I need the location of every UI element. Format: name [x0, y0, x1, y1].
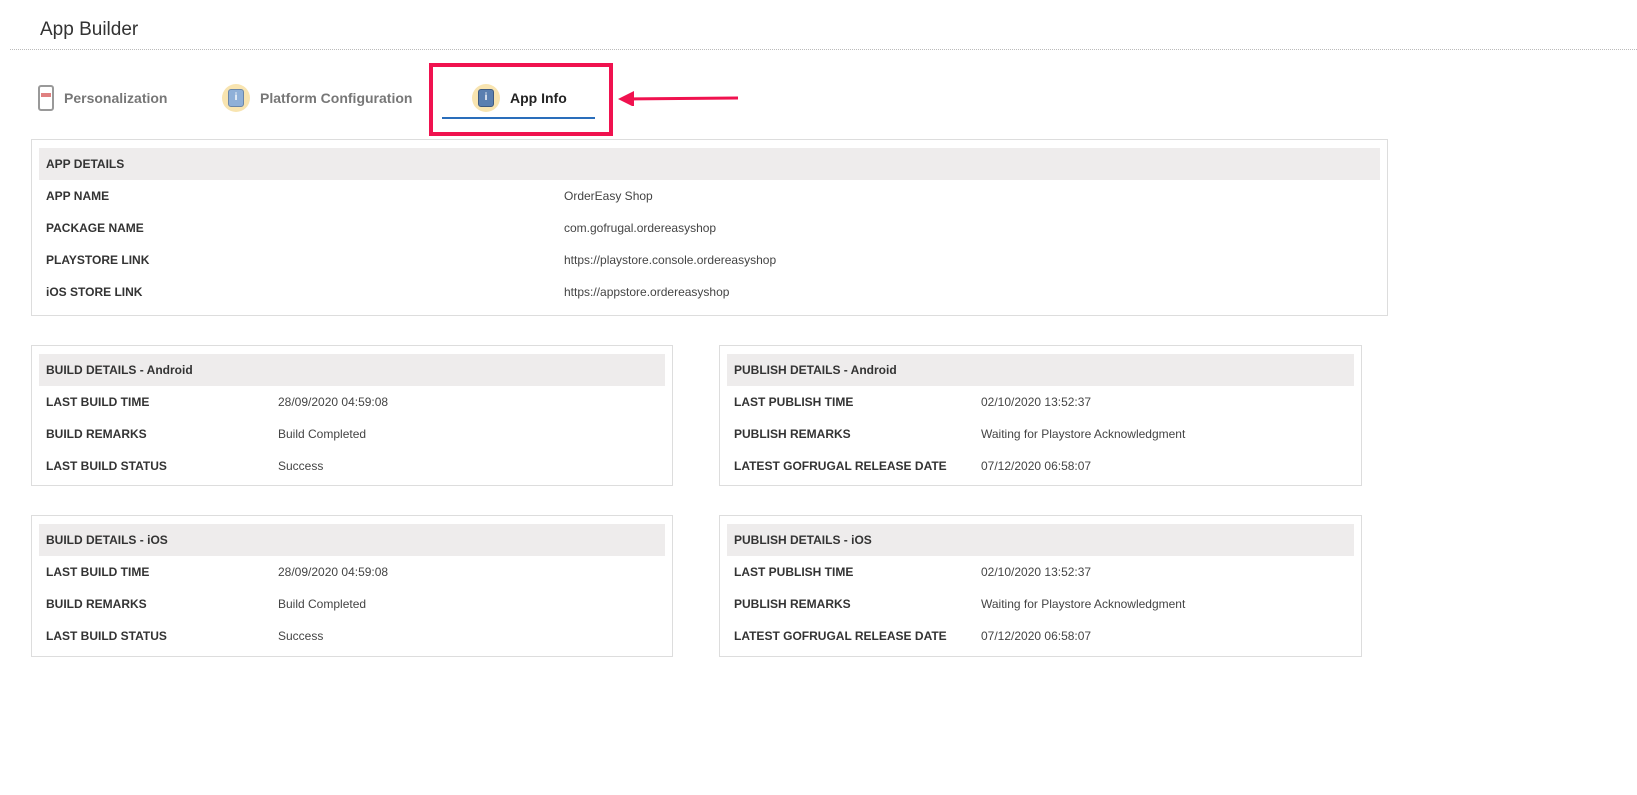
section-header: APP DETAILS [39, 148, 1380, 180]
publish-details-android-panel: PUBLISH DETAILS - Android LAST PUBLISH TI… [719, 345, 1362, 486]
detail-label: BUILD REMARKS [46, 597, 147, 611]
detail-label: LAST BUILD STATUS [46, 629, 167, 643]
section-header: BUILD DETAILS - Android [39, 354, 665, 386]
detail-value: 07/12/2020 06:58:07 [981, 629, 1092, 643]
section-header: PUBLISH DETAILS - Android [727, 354, 1354, 386]
detail-label: iOS STORE LINK [46, 285, 143, 299]
detail-row: PLAYSTORE LINK https://playstore.console.… [32, 244, 1387, 276]
detail-value: Waiting for Playstore Acknowledgment [981, 597, 1186, 611]
info-icon: i [222, 84, 250, 112]
detail-row: iOS STORE LINK https://appstore.ordereasy… [32, 276, 1387, 308]
section-header: BUILD DETAILS - iOS [39, 524, 665, 556]
detail-value: https://playstore.console.ordereasyshop [564, 253, 777, 267]
detail-row: BUILD REMARKS Build Completed [32, 418, 672, 450]
detail-row: LAST BUILD TIME 28/09/2020 04:59:08 [32, 386, 672, 418]
tab-label: Personalization [64, 90, 168, 106]
detail-row: PACKAGE NAME com.gofrugal.ordereasyshop [32, 212, 1387, 244]
detail-row: LAST BUILD STATUS Success [32, 450, 672, 482]
detail-value: com.gofrugal.ordereasyshop [564, 221, 717, 235]
build-details-android-panel: BUILD DETAILS - Android LAST BUILD TIME 28… [31, 345, 673, 486]
page-title: App Builder [40, 19, 139, 40]
detail-value: Build Completed [278, 597, 367, 611]
detail-label: LATEST GOFRUGAL RELEASE DATE [734, 459, 947, 473]
detail-label: LAST PUBLISH TIME [734, 565, 854, 579]
detail-row: LAST PUBLISH TIME 02/10/2020 13:52:37 [720, 386, 1361, 418]
detail-label: LAST BUILD TIME [46, 395, 150, 409]
app-details-panel: APP DETAILS APP NAME OrderEasy Shop PACKAGE… [31, 139, 1388, 316]
detail-value: 28/09/2020 04:59:08 [278, 565, 389, 579]
section-header: PUBLISH DETAILS - iOS [727, 524, 1354, 556]
tab-platform-configuration[interactable]: i Platform Configuration [222, 82, 412, 114]
detail-value: OrderEasy Shop [564, 189, 653, 203]
highlight-box [429, 63, 613, 136]
header-divider [10, 49, 1637, 50]
tab-personalization[interactable]: Personalization [38, 82, 167, 114]
detail-label: LAST BUILD TIME [46, 565, 150, 579]
detail-value: 07/12/2020 06:58:07 [981, 459, 1092, 473]
detail-value: Success [278, 459, 324, 473]
detail-row: LAST BUILD STATUS Success [32, 620, 672, 652]
detail-label: BUILD REMARKS [46, 427, 147, 441]
tab-label: Platform Configuration [260, 90, 413, 106]
detail-row: LATEST GOFRUGAL RELEASE DATE 07/12/2020 0… [720, 450, 1361, 482]
detail-row: PUBLISH REMARKS Waiting for Playstore Ack… [720, 588, 1361, 620]
detail-row: LATEST GOFRUGAL RELEASE DATE 07/12/2020 0… [720, 620, 1361, 652]
detail-value: 28/09/2020 04:59:08 [278, 395, 389, 409]
detail-value: 02/10/2020 13:52:37 [981, 395, 1092, 409]
detail-value: Waiting for Playstore Acknowledgment [981, 427, 1186, 441]
phone-store-icon [38, 85, 54, 111]
detail-label: LATEST GOFRUGAL RELEASE DATE [734, 629, 947, 643]
detail-label: PLAYSTORE LINK [46, 253, 150, 267]
detail-value: https://appstore.ordereasyshop [564, 285, 730, 299]
detail-label: PACKAGE NAME [46, 221, 144, 235]
detail-label: LAST BUILD STATUS [46, 459, 167, 473]
detail-row: LAST PUBLISH TIME 02/10/2020 13:52:37 [720, 556, 1361, 588]
detail-row: LAST BUILD TIME 28/09/2020 04:59:08 [32, 556, 672, 588]
publish-details-ios-panel: PUBLISH DETAILS - iOS LAST PUBLISH TIME 02… [719, 515, 1362, 657]
detail-row: PUBLISH REMARKS Waiting for Playstore Ack… [720, 418, 1361, 450]
build-details-ios-panel: BUILD DETAILS - iOS LAST BUILD TIME 28/09/… [31, 515, 673, 657]
detail-label: LAST PUBLISH TIME [734, 395, 854, 409]
arrow-icon [618, 91, 739, 106]
detail-value: Success [278, 629, 324, 643]
detail-value: Build Completed [278, 427, 367, 441]
detail-label: PUBLISH REMARKS [734, 427, 851, 441]
detail-value: 02/10/2020 13:52:37 [981, 565, 1092, 579]
detail-label: APP NAME [46, 189, 110, 203]
detail-row: APP NAME OrderEasy Shop [32, 180, 1387, 212]
detail-row: BUILD REMARKS Build Completed [32, 588, 672, 620]
detail-label: PUBLISH REMARKS [734, 597, 851, 611]
